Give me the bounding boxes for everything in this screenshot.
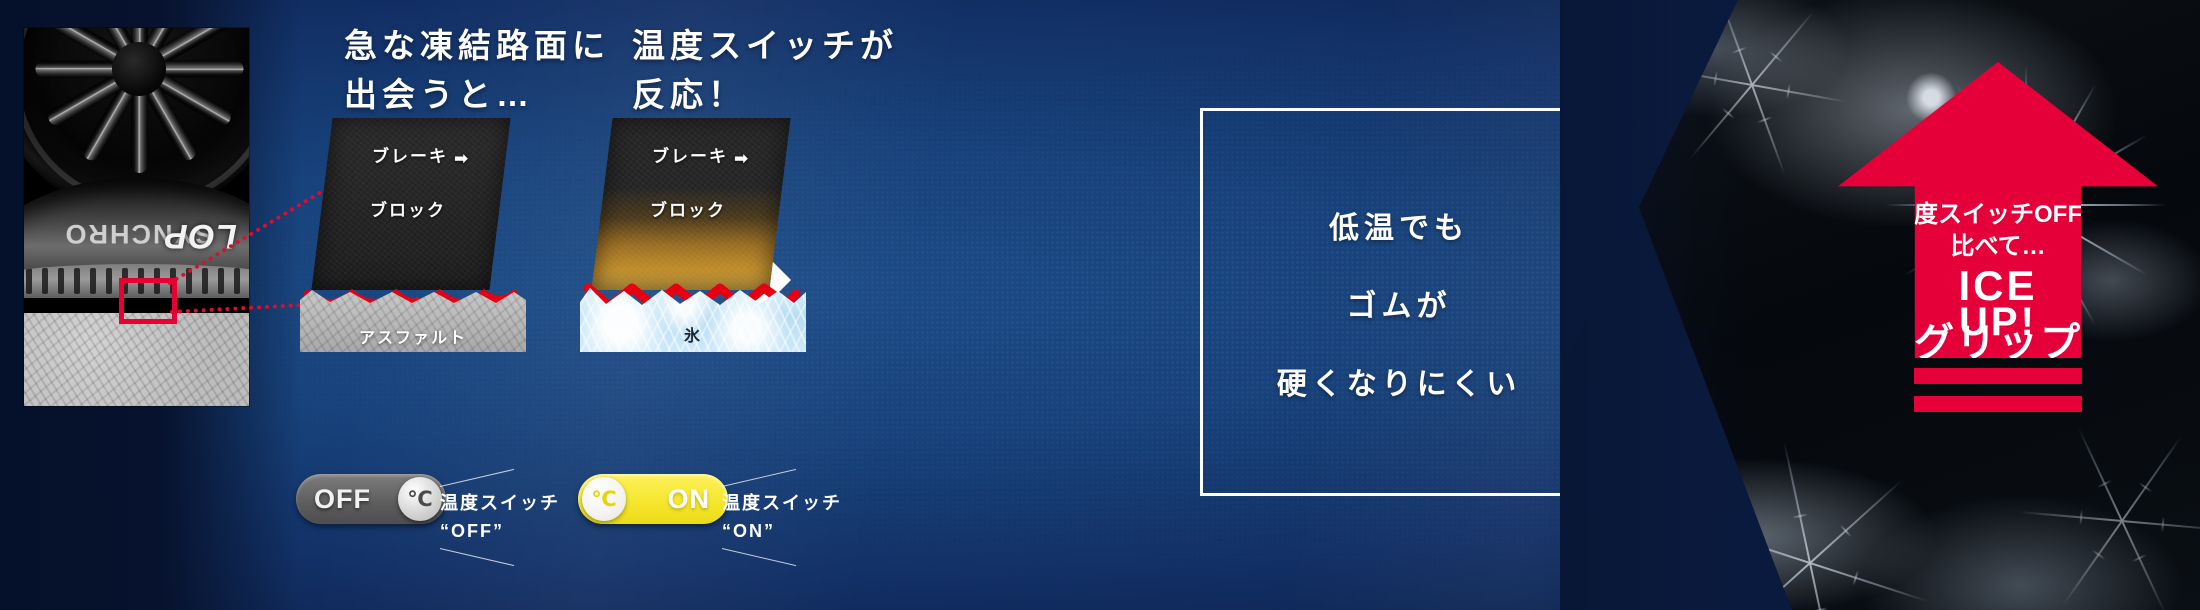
on-caption-line2: “ON” — [722, 520, 775, 541]
brake-arrow-icon: ➡ — [454, 149, 471, 168]
temperature-switch-on-toggle[interactable]: ℃ ON — [578, 474, 728, 524]
on-caption-line1: 温度スイッチ — [722, 493, 842, 513]
off-caption-line2: “OFF” — [440, 520, 504, 541]
heading-after-line1: 温度スイッチが — [632, 27, 898, 64]
heading-before-line2: 出会うと… — [344, 75, 534, 113]
heading-before-line1: 急な凍結路面に — [344, 27, 610, 64]
road-surface-photo — [24, 313, 249, 406]
block-label-before: ブロック — [370, 201, 446, 220]
block-label-after: ブロック — [650, 201, 726, 220]
off-caption-line1: 温度スイッチ — [440, 493, 560, 513]
tire-photo-upper: SYNCHRO LOP — [24, 28, 249, 313]
temperature-switch-on-caption: 温度スイッチ “ON” — [722, 490, 842, 546]
celsius-knob-icon: ℃ — [582, 477, 626, 521]
ground-label-ice: 氷 — [683, 328, 702, 345]
brake-label-after: ブレーキ ➡ — [652, 147, 751, 168]
feature-callout-box: 低温でも ゴムが 硬くなりにくい — [1200, 108, 1598, 496]
brake-label-before: ブレーキ ➡ — [372, 147, 471, 168]
ground-label-asphalt: アスファルト — [358, 330, 467, 347]
celsius-knob-icon: ℃ — [398, 477, 442, 521]
feature-line-2: ゴムが — [1346, 290, 1452, 323]
toggle-off-state-label: OFF — [314, 483, 371, 514]
diagram-before: ブレーキ ➡ ブロック — [308, 118, 534, 293]
diagram-after: ブレーキ ➡ ブロック — [588, 118, 814, 293]
arrow-stripe-1 — [1914, 368, 2082, 384]
arrow-stripe-2 — [1914, 396, 2082, 412]
tire-photo: SYNCHRO LOP — [24, 28, 249, 406]
heading-after: 温度スイッチが 反応！ — [632, 22, 898, 120]
heading-after-line2: 反応！ — [632, 75, 746, 113]
arrow-big-line3: UP! — [1959, 300, 2037, 344]
toggle-on-state-label: ON — [667, 483, 710, 514]
brake-arrow-icon: ➡ — [734, 149, 751, 168]
feature-line-1: 低温でも — [1329, 212, 1469, 245]
feature-line-3: 硬くなりにくい — [1276, 368, 1522, 401]
temperature-switch-off-toggle[interactable]: OFF ℃ — [296, 474, 446, 524]
heading-before: 急な凍結路面に 出会うと… — [344, 22, 610, 120]
promo-banner: SYNCHRO LOP 急な凍結路面に 出会うと… 温度スイッチが 反応！ ブレ… — [0, 0, 2200, 610]
temperature-switch-off-caption: 温度スイッチ “OFF” — [440, 490, 560, 546]
